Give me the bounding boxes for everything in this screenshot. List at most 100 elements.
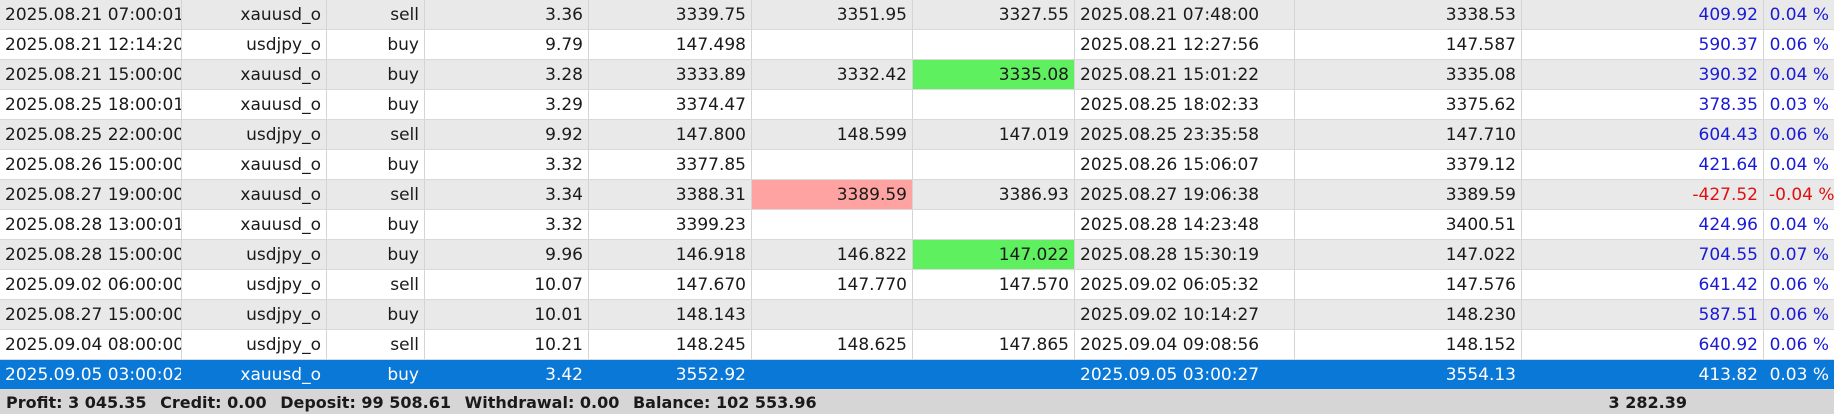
volume-cell: 10.07 [425,270,589,299]
symbol-cell: usdjpy_o [182,120,327,149]
profit-percent-cell: 0.06 % [1769,35,1829,55]
stop-loss-cell [752,360,913,389]
table-row[interactable]: 2025.08.27 19:00:00 xauusd_o sell 3.34 3388.… [0,180,1834,210]
volume-cell: 3.36 [425,0,589,29]
profit-percent-cell: 0.06 % [1769,305,1829,325]
table-row[interactable]: 2025.08.21 12:14:20 usdjpy_o buy 9.79 147.49… [0,30,1834,60]
table-row[interactable]: 2025.09.04 08:00:00 usdjpy_o sell 10.21 148.… [0,330,1834,360]
open-time-cell: 2025.09.04 08:00:00 [0,330,182,359]
close-time-cell: 2025.08.28 15:30:19 [1075,240,1295,269]
close-time-cell: 2025.09.05 03:00:27 [1075,360,1295,389]
table-row[interactable]: 2025.08.25 18:00:01 xauusd_o buy 3.29 3374.4… [0,90,1834,120]
table-row[interactable]: 2025.08.27 15:00:00 usdjpy_o buy 10.01 148.1… [0,300,1834,330]
type-cell: buy [327,210,425,239]
take-profit-cell: 147.022 [913,240,1075,269]
type-cell: sell [327,270,425,299]
take-profit-cell: 147.570 [913,270,1075,299]
open-price-cell: 147.670 [589,270,752,299]
close-time-cell: 2025.09.04 09:08:56 [1075,330,1295,359]
type-cell: buy [327,30,425,59]
close-price-cell: 148.230 [1295,300,1522,329]
symbol-cell: xauusd_o [182,180,327,209]
volume-cell: 3.28 [425,60,589,89]
take-profit-cell [913,360,1075,389]
symbol-cell: usdjpy_o [182,240,327,269]
profit-percent-cell: 0.06 % [1769,275,1829,295]
account-summary-bar: Profit: 3 045.35 Credit: 0.00 Deposit: 9… [0,390,1834,414]
type-cell: buy [327,90,425,119]
volume-cell: 9.92 [425,120,589,149]
open-time-cell: 2025.08.27 15:00:00 [0,300,182,329]
profit-cell: -427.52 [1522,180,1764,209]
symbol-cell: xauusd_o [182,0,327,29]
take-profit-cell [913,150,1075,179]
type-cell: buy [327,360,425,389]
volume-cell: 10.01 [425,300,589,329]
close-time-cell: 2025.08.25 23:35:58 [1075,120,1295,149]
symbol-cell: xauusd_o [182,360,327,389]
volume-cell: 10.21 [425,330,589,359]
account-summary: Profit: 3 045.35 Credit: 0.00 Deposit: 9… [0,393,1600,412]
trade-history-table: 2025.08.21 07:00:01 xauusd_o sell 3.36 3339.… [0,0,1834,390]
close-price-cell: 3400.51 [1295,210,1522,239]
table-row[interactable]: 2025.08.26 15:00:00 xauusd_o buy 3.32 3377.8… [0,150,1834,180]
close-price-cell: 3379.12 [1295,150,1522,179]
close-price-cell: 3389.59 [1295,180,1522,209]
profit-cell: 604.43 [1522,120,1764,149]
open-price-cell: 3377.85 [589,150,752,179]
stop-loss-cell [752,300,913,329]
stop-loss-cell [752,150,913,179]
table-row-selected[interactable]: 2025.09.05 03:00:02 xauusd_o buy 3.42 3552.9… [0,360,1834,390]
close-price-cell: 3375.62 [1295,90,1522,119]
open-price-cell: 148.143 [589,300,752,329]
profit-cell: 424.96 [1522,210,1764,239]
close-time-cell: 2025.08.28 14:23:48 [1075,210,1295,239]
type-cell: sell [327,330,425,359]
open-price-cell: 3339.75 [589,0,752,29]
profit-percent-cell: 0.06 % [1769,125,1829,145]
take-profit-cell: 3335.08 [913,60,1075,89]
close-time-cell: 2025.08.21 15:01:22 [1075,60,1295,89]
close-time-cell: 2025.08.26 15:06:07 [1075,150,1295,179]
table-row[interactable]: 2025.08.28 13:00:01 xauusd_o buy 3.32 3399.2… [0,210,1834,240]
table-row[interactable]: 2025.09.02 06:00:00 usdjpy_o sell 10.07 147.… [0,270,1834,300]
open-price-cell: 3374.47 [589,90,752,119]
table-row[interactable]: 2025.08.25 22:00:00 usdjpy_o sell 9.92 147.8… [0,120,1834,150]
open-price-cell: 3333.89 [589,60,752,89]
symbol-cell: usdjpy_o [182,300,327,329]
table-row[interactable]: 2025.08.21 15:00:00 xauusd_o buy 3.28 3333.8… [0,60,1834,90]
stop-loss-cell: 3351.95 [752,0,913,29]
symbol-cell: usdjpy_o [182,270,327,299]
stop-loss-cell: 3389.59 [752,180,913,209]
profit-cell: 390.32 [1522,60,1764,89]
profit-cell: 378.35 [1522,90,1764,119]
deposit-summary: Deposit: 99 508.61 [280,392,451,412]
open-time-cell: 2025.08.21 07:00:01 [0,0,182,29]
open-price-cell: 146.918 [589,240,752,269]
close-time-cell: 2025.08.25 18:02:33 [1075,90,1295,119]
take-profit-cell [913,300,1075,329]
close-price-cell: 3335.08 [1295,60,1522,89]
stop-loss-cell: 148.625 [752,330,913,359]
type-cell: buy [327,60,425,89]
close-time-cell: 2025.08.21 12:27:56 [1075,30,1295,59]
table-row[interactable]: 2025.08.28 15:00:00 usdjpy_o buy 9.96 146.91… [0,240,1834,270]
close-price-cell: 3554.13 [1295,360,1522,389]
close-price-cell: 147.022 [1295,240,1522,269]
take-profit-cell: 147.019 [913,120,1075,149]
open-time-cell: 2025.08.27 19:00:00 [0,180,182,209]
take-profit-cell: 3327.55 [913,0,1075,29]
close-time-cell: 2025.08.21 07:48:00 [1075,0,1295,29]
profit-percent-cell: 0.04 % [1769,65,1829,85]
profit-percent-cell: 0.04 % [1769,215,1829,235]
open-time-cell: 2025.08.21 12:14:20 [0,30,182,59]
close-price-cell: 148.152 [1295,330,1522,359]
profit-cell: 640.92 [1522,330,1764,359]
volume-cell: 3.34 [425,180,589,209]
open-time-cell: 2025.08.25 22:00:00 [0,120,182,149]
table-row[interactable]: 2025.08.21 07:00:01 xauusd_o sell 3.36 3339.… [0,0,1834,30]
type-cell: buy [327,150,425,179]
stop-loss-cell: 148.599 [752,120,913,149]
type-cell: buy [327,300,425,329]
open-time-cell: 2025.09.02 06:00:00 [0,270,182,299]
